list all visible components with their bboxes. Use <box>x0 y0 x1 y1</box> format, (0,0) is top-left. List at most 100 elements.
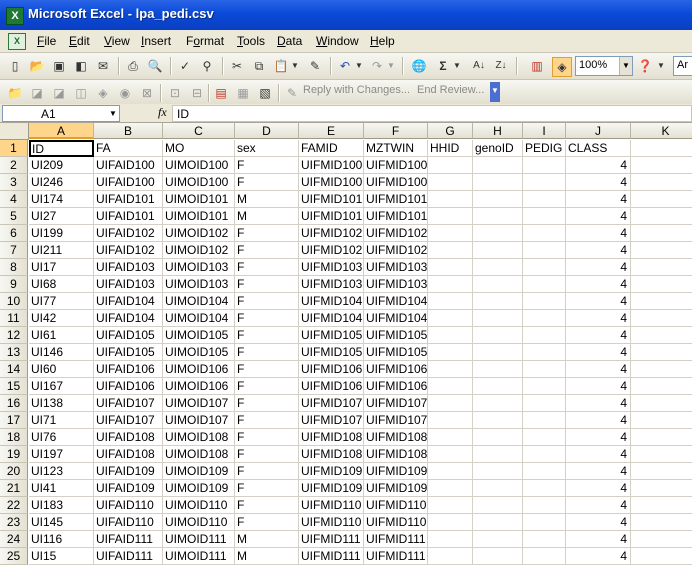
table-cell[interactable]: F <box>235 514 299 531</box>
table-cell[interactable] <box>523 497 566 514</box>
excel-app-icon[interactable]: X <box>6 7 24 25</box>
review-icon-5[interactable]: ◉ <box>116 84 134 102</box>
row-header[interactable]: 4 <box>0 191 28 208</box>
table-cell[interactable]: UIFMID106 <box>299 361 364 378</box>
table-cell[interactable]: UIFMID106 <box>364 361 428 378</box>
end-review-button[interactable]: End Review... <box>417 84 484 96</box>
print-preview-icon[interactable]: 🔍 <box>146 57 164 75</box>
table-cell[interactable]: UIMOID100 <box>163 174 235 191</box>
table-cell[interactable]: UIFMID108 <box>299 446 364 463</box>
row-header[interactable]: 8 <box>0 259 28 276</box>
table-cell[interactable]: UIMOID106 <box>163 361 235 378</box>
table-cell[interactable] <box>631 548 692 565</box>
table-cell[interactable]: UIFMID101 <box>299 208 364 225</box>
table-cell[interactable] <box>428 395 473 412</box>
table-cell[interactable]: UIFAID101 <box>94 191 163 208</box>
table-cell[interactable]: 4 <box>566 276 631 293</box>
table-cell[interactable]: 4 <box>566 378 631 395</box>
table-cell[interactable] <box>428 548 473 565</box>
table-cell[interactable]: UIFMID103 <box>299 276 364 293</box>
table-cell[interactable] <box>473 463 523 480</box>
table-cell[interactable]: UIFMID100 <box>299 157 364 174</box>
menu-format[interactable]: Format <box>186 34 224 48</box>
table-cell[interactable]: UIFAID106 <box>94 378 163 395</box>
table-cell[interactable]: UIFMID102 <box>299 242 364 259</box>
table-cell[interactable] <box>428 531 473 548</box>
table-cell[interactable]: UIMOID100 <box>163 157 235 174</box>
table-cell[interactable] <box>523 548 566 565</box>
table-cell[interactable]: 4 <box>566 242 631 259</box>
table-cell[interactable]: 4 <box>566 531 631 548</box>
table-cell[interactable]: UIFAID102 <box>94 225 163 242</box>
table-cell[interactable] <box>631 378 692 395</box>
row-header[interactable]: 2 <box>0 157 28 174</box>
format-painter-icon[interactable]: ✎ <box>306 57 324 75</box>
table-cell[interactable] <box>428 208 473 225</box>
table-cell[interactable]: F <box>235 378 299 395</box>
table-cell[interactable]: UI41 <box>29 480 94 497</box>
table-cell[interactable]: F <box>235 310 299 327</box>
table-cell[interactable]: UI199 <box>29 225 94 242</box>
redo-dropdown-icon[interactable]: ▼ <box>386 57 396 75</box>
table-cell[interactable] <box>428 361 473 378</box>
column-header-b[interactable]: B <box>94 123 163 139</box>
table-cell[interactable]: UIMOID102 <box>163 242 235 259</box>
hyperlink-icon[interactable]: 🌐 <box>410 57 428 75</box>
table-cell[interactable]: FA <box>94 140 163 157</box>
table-cell[interactable]: UIFMID109 <box>299 463 364 480</box>
table-cell[interactable] <box>428 344 473 361</box>
row-header[interactable]: 20 <box>0 463 28 480</box>
row-header[interactable]: 5 <box>0 208 28 225</box>
reply-with-changes-button[interactable]: Reply with Changes... <box>303 84 410 96</box>
table-cell[interactable]: UIFAID107 <box>94 395 163 412</box>
table-cell[interactable] <box>631 395 692 412</box>
table-cell[interactable]: UIFMID110 <box>364 514 428 531</box>
table-cell[interactable]: CLASS <box>566 140 631 157</box>
table-cell[interactable]: UIFMID105 <box>299 344 364 361</box>
row-header[interactable]: 1 <box>0 140 28 157</box>
table-cell[interactable]: UIFAID104 <box>94 293 163 310</box>
font-name-box[interactable]: Ar <box>673 56 692 76</box>
table-cell[interactable]: UIFMID101 <box>364 191 428 208</box>
sort-descending-icon[interactable]: Z↓ <box>492 57 510 75</box>
column-header-f[interactable]: F <box>364 123 428 139</box>
folder-icon[interactable]: 📁 <box>6 84 24 102</box>
name-box[interactable]: A1 ▼ <box>2 105 120 122</box>
table-cell[interactable]: UIFAID108 <box>94 446 163 463</box>
table-cell[interactable]: UI17 <box>29 259 94 276</box>
row-header[interactable]: 10 <box>0 293 28 310</box>
workbook-icon[interactable]: X <box>8 33 26 50</box>
new-icon[interactable]: ▯ <box>6 57 24 75</box>
review-icon-4[interactable]: ◈ <box>94 84 112 102</box>
table-cell[interactable]: UIFMID107 <box>299 412 364 429</box>
menu-file[interactable]: File <box>37 34 56 48</box>
table-cell[interactable] <box>523 327 566 344</box>
table-cell[interactable] <box>523 378 566 395</box>
table-cell[interactable] <box>523 242 566 259</box>
table-cell[interactable] <box>473 514 523 531</box>
table-cell[interactable] <box>631 259 692 276</box>
table-cell[interactable]: UIFAID104 <box>94 310 163 327</box>
table-cell[interactable]: F <box>235 276 299 293</box>
table-cell[interactable] <box>631 208 692 225</box>
table-cell[interactable] <box>523 191 566 208</box>
table-cell[interactable] <box>523 310 566 327</box>
table-cell[interactable]: UIFAID100 <box>94 157 163 174</box>
table-cell[interactable]: FAMID <box>299 140 364 157</box>
table-cell[interactable]: UIFMID108 <box>299 429 364 446</box>
table-cell[interactable]: 4 <box>566 548 631 565</box>
drawing-icon[interactable]: ◈ <box>552 57 572 77</box>
table-cell[interactable]: UIFMID105 <box>364 327 428 344</box>
table-cell[interactable] <box>631 361 692 378</box>
column-header-k[interactable]: K <box>631 123 692 139</box>
table-cell[interactable]: UIFAID111 <box>94 531 163 548</box>
row-header[interactable]: 9 <box>0 276 28 293</box>
table-cell[interactable] <box>428 378 473 395</box>
table-cell[interactable] <box>473 310 523 327</box>
table-cell[interactable]: 4 <box>566 395 631 412</box>
table-cell[interactable]: F <box>235 344 299 361</box>
table-cell[interactable]: F <box>235 327 299 344</box>
table-cell[interactable]: UI27 <box>29 208 94 225</box>
paste-icon[interactable]: 📋 <box>272 57 290 75</box>
autosum-dropdown-icon[interactable]: ▼ <box>452 57 462 75</box>
